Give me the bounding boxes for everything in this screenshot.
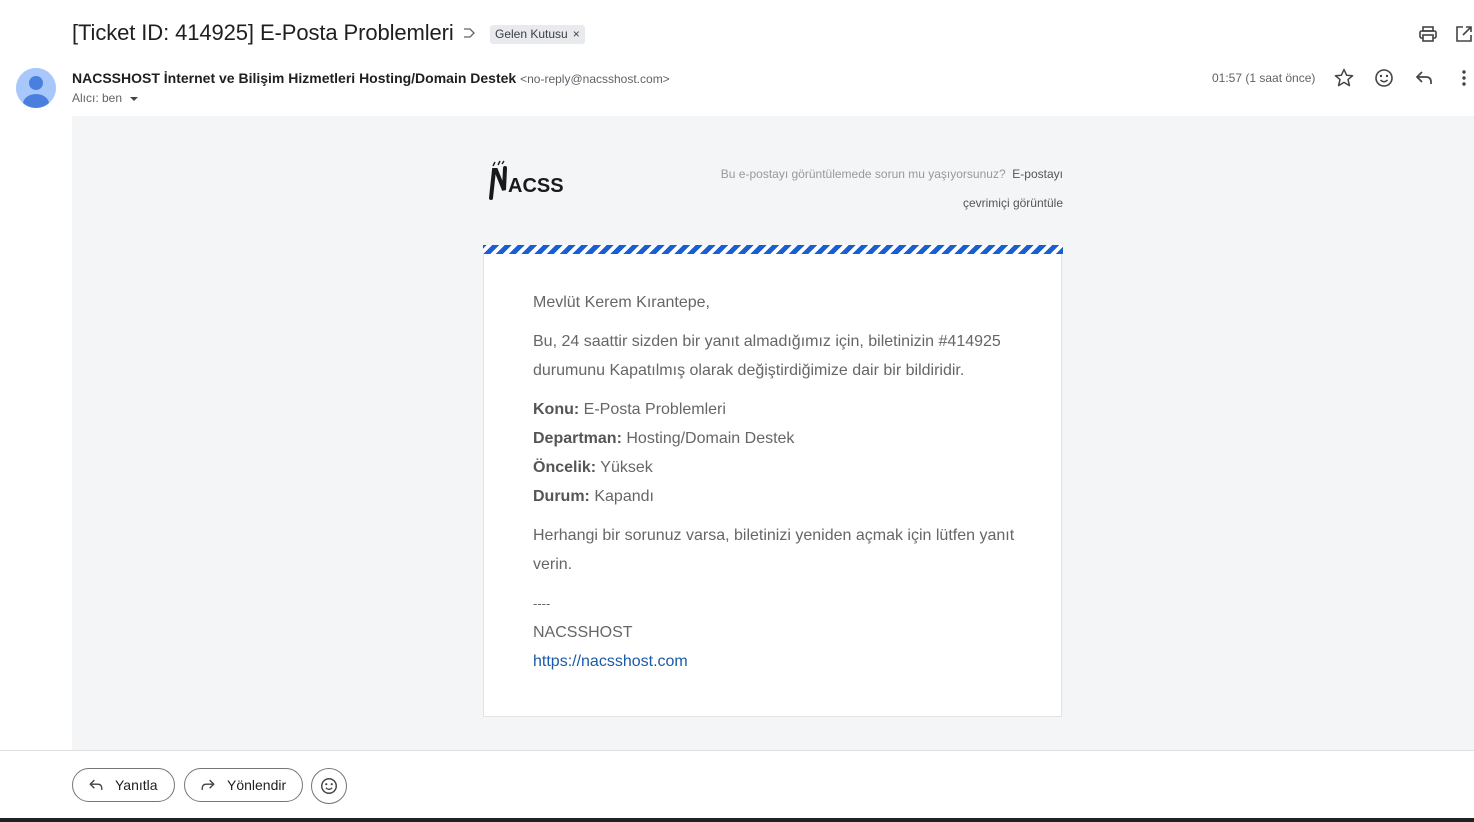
recipient-line[interactable]: Alıcı: ben — [72, 91, 139, 105]
intro-paragraph: Bu, 24 saattir sizden bir yanıt almadığı… — [533, 333, 1001, 379]
detail-subject-label: Konu: — [533, 401, 580, 418]
window-bottom-edge — [0, 818, 1474, 822]
detail-priority-value: Yüksek — [600, 459, 653, 476]
open-in-new-icon[interactable] — [1454, 24, 1474, 44]
inbox-label-chip[interactable]: Gelen Kutusu × — [490, 25, 585, 44]
view-problem-text: Bu e-postayı görüntülemede sorun mu yaşı… — [720, 167, 1006, 181]
nacss-logo[interactable]: ACSS — [488, 160, 564, 204]
recipient-text: Alıcı: ben — [72, 91, 123, 105]
reply-icon — [89, 779, 103, 790]
label-arrow-icon[interactable] — [462, 26, 476, 40]
sender-avatar[interactable] — [16, 68, 56, 108]
view-online-link-2[interactable]: çevrimiçi görüntüle — [963, 196, 1063, 210]
star-icon[interactable] — [1333, 67, 1355, 89]
detail-subject-value: E-Posta Problemleri — [583, 401, 726, 418]
emoji-icon[interactable] — [1373, 67, 1395, 89]
accent-stripe — [483, 245, 1063, 254]
website-link[interactable]: https://nacsshost.com — [533, 653, 688, 670]
email-subject: [Ticket ID: 414925] E-Posta Problemleri — [72, 20, 454, 45]
reply-button[interactable]: Yanıtla — [72, 768, 175, 802]
detail-priority-label: Öncelik: — [533, 459, 597, 476]
caret-down-icon[interactable] — [129, 95, 139, 103]
detail-priority: Öncelik: Yüksek — [533, 453, 1023, 482]
sender-line: NACSSHOST İnternet ve Bilişim Hizmetleri… — [72, 70, 670, 86]
view-online-notice: Bu e-postayı görüntülemede sorun mu yaşı… — [700, 160, 1063, 218]
detail-department: Departman: Hosting/Domain Destek — [533, 424, 1023, 453]
forward-icon — [201, 779, 215, 790]
view-online-link-1[interactable]: E-postayı — [1012, 167, 1063, 181]
more-vert-icon[interactable] — [1453, 67, 1474, 89]
sender-email: <no-reply@nacsshost.com> — [520, 72, 670, 86]
inbox-label-text: Gelen Kutusu — [495, 27, 568, 41]
remove-label-button[interactable]: × — [573, 27, 580, 41]
detail-subject: Konu: E-Posta Problemleri — [533, 395, 1023, 424]
divider — [0, 750, 1474, 751]
greeting: Mevlüt Kerem Kırantepe, — [533, 294, 710, 311]
emoji-icon — [321, 778, 337, 794]
signature-separator: ---- — [533, 596, 551, 611]
sender-name[interactable]: NACSSHOST İnternet ve Bilişim Hizmetleri… — [72, 70, 516, 86]
email-timestamp: 01:57 (1 saat önce) — [1212, 71, 1316, 85]
emoji-reaction-button[interactable] — [311, 768, 347, 804]
detail-department-value: Hosting/Domain Destek — [626, 430, 795, 447]
reply-icon[interactable] — [1413, 67, 1435, 89]
reply-button-label: Yanıtla — [115, 777, 158, 793]
signature-name: NACSSHOST — [533, 624, 633, 641]
forward-button-label: Yönlendir — [227, 777, 287, 793]
reopen-note: Herhangi bir sorunuz varsa, biletinizi y… — [533, 527, 1015, 573]
detail-status-value: Kapandı — [594, 488, 654, 505]
detail-status-label: Durum: — [533, 488, 590, 505]
detail-status: Durum: Kapandı — [533, 482, 1023, 511]
logo-text: ACSS — [508, 175, 564, 197]
print-icon[interactable] — [1418, 24, 1438, 44]
forward-button[interactable]: Yönlendir — [184, 768, 304, 802]
message-content: Mevlüt Kerem Kırantepe, Bu, 24 saattir s… — [533, 288, 1023, 676]
detail-department-label: Departman: — [533, 430, 622, 447]
